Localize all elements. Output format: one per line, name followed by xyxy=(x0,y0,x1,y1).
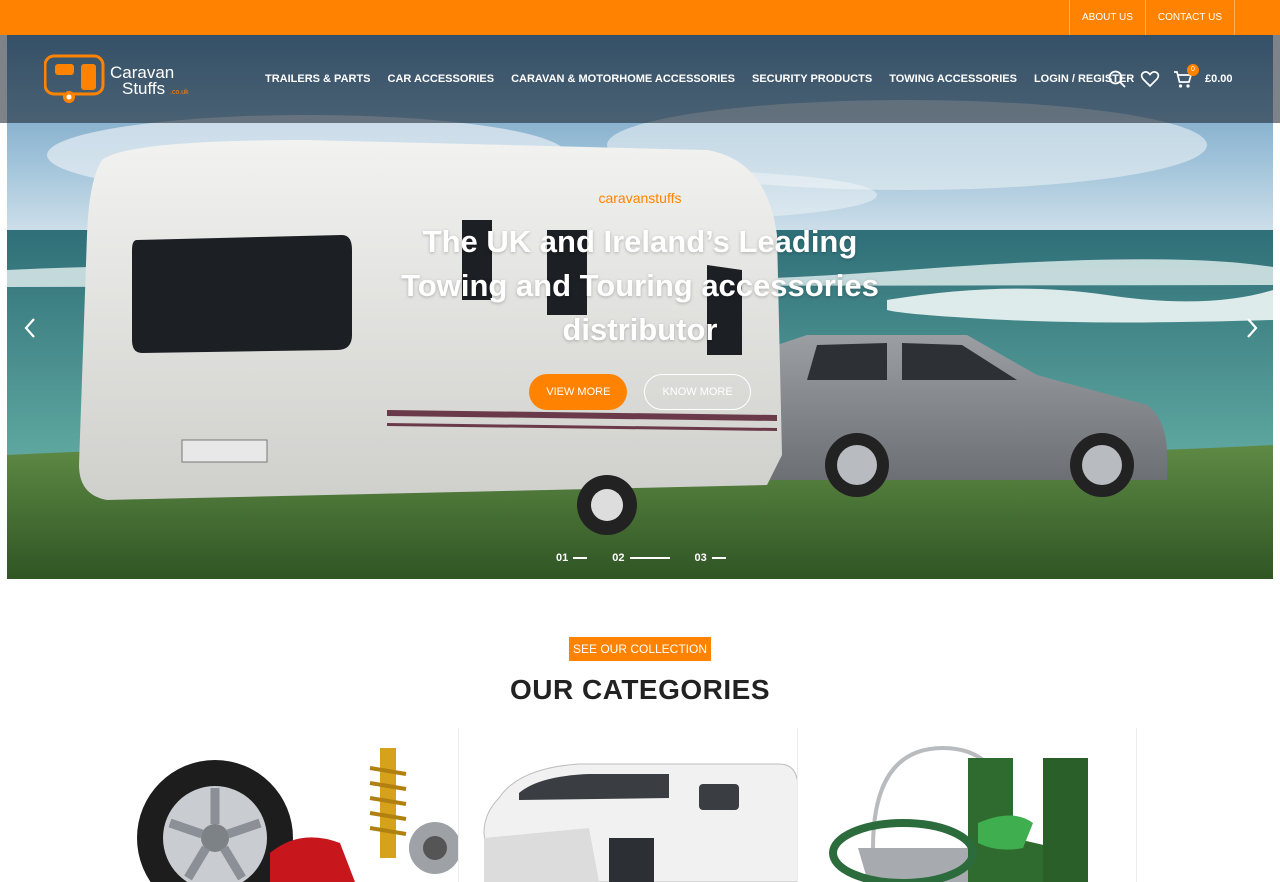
nav-security-products[interactable]: SECURITY PRODUCTS xyxy=(752,73,872,85)
site-logo[interactable]: Caravan Stuffs .co.uk xyxy=(43,52,204,107)
slide-dot-label: 03 xyxy=(694,552,707,564)
cart-total[interactable]: £0.00 xyxy=(1205,73,1233,85)
category-card-car-parts[interactable] xyxy=(120,728,459,882)
hero-title: The UK and Ireland’s Leading Towing and … xyxy=(401,224,879,347)
cart-button[interactable]: 0 xyxy=(1172,64,1199,90)
top-links: ABOUT US CONTACT US xyxy=(1068,0,1235,35)
hero-buttons: VIEW MORE KNOW MORE xyxy=(0,374,1280,410)
about-us-link[interactable]: ABOUT US xyxy=(1068,0,1145,35)
heart-icon xyxy=(1140,70,1160,88)
search-button[interactable] xyxy=(1106,68,1128,90)
cleaning-image xyxy=(829,745,1088,882)
motorhome-image xyxy=(483,763,797,882)
nav-car-accessories[interactable]: CAR ACCESSORIES xyxy=(388,73,495,85)
nav-trailers-parts[interactable]: TRAILERS & PARTS xyxy=(265,73,371,85)
category-card-motorhome[interactable] xyxy=(459,728,798,882)
slide-dot-label: 01 xyxy=(556,552,569,564)
nav-caravan-motorhome-accessories[interactable]: CARAVAN & MOTORHOME ACCESSORIES xyxy=(511,73,735,85)
search-icon xyxy=(1108,70,1126,88)
logo-line2: Stuffs xyxy=(122,79,165,98)
slide-dot-bar xyxy=(573,557,588,559)
hero-content: caravanstuffs The UK and Ireland’s Leadi… xyxy=(0,190,1280,410)
logo-suffix: .co.uk xyxy=(170,89,189,96)
categories-title: OUR CATEGORIES xyxy=(509,674,771,705)
know-more-button[interactable]: KNOW MORE xyxy=(644,374,751,410)
main-nav: TRAILERS & PARTS CAR ACCESSORIES CARAVAN… xyxy=(265,35,1151,123)
slide-dot-1[interactable]: 01 xyxy=(556,552,588,564)
hero-eyebrow: caravanstuffs xyxy=(598,190,682,206)
slide-dot-label: 02 xyxy=(612,552,625,564)
slide-dot-bar xyxy=(711,557,726,559)
cart-count-badge: 0 xyxy=(1187,64,1199,76)
caravan-logo-icon: Caravan Stuffs .co.uk xyxy=(43,54,189,103)
view-more-button[interactable]: VIEW MORE xyxy=(529,374,628,410)
header-icons: 0 £0.00 xyxy=(1106,64,1233,94)
slide-dot-3[interactable]: 03 xyxy=(695,552,726,564)
nav-towing-accessories[interactable]: TOWING ACCESSORIES xyxy=(889,73,1017,85)
category-card-cleaning[interactable] xyxy=(798,728,1137,882)
car-parts-image xyxy=(137,748,458,882)
slider-pagination: 01 02 03 xyxy=(556,552,726,564)
top-bar: ABOUT US CONTACT US xyxy=(0,0,1280,35)
slide-dot-bar-active xyxy=(629,557,670,559)
see-collection-tag: SEE OUR COLLECTION xyxy=(569,637,711,661)
slide-dot-2[interactable]: 02 xyxy=(612,552,670,564)
contact-us-link[interactable]: CONTACT US xyxy=(1144,0,1235,35)
wishlist-button[interactable] xyxy=(1139,68,1161,90)
site-header: Caravan Stuffs .co.uk TRAILERS & PARTS C… xyxy=(0,35,1280,123)
